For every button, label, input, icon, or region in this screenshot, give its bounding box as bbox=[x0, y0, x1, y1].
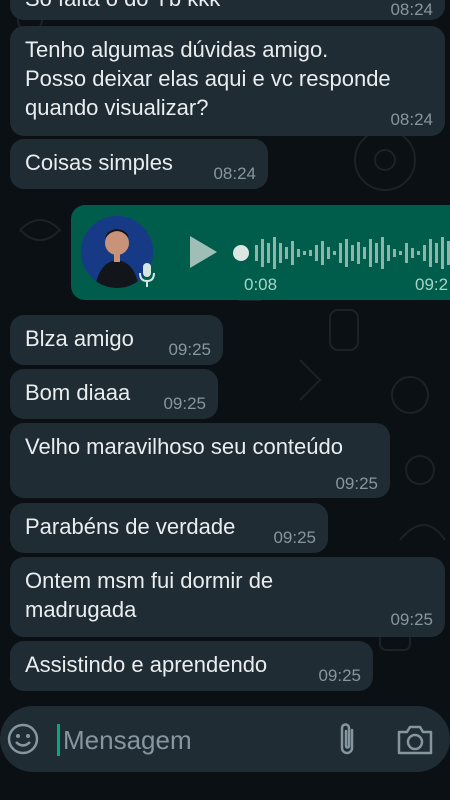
play-icon[interactable] bbox=[187, 234, 219, 270]
message-bubble[interactable]: Ontem msm fui dormir de madrugada 09:25 bbox=[10, 557, 445, 637]
message-time: 08:24 bbox=[390, 0, 433, 19]
message-bubble[interactable]: Velho maravilhoso seu conteúdo 09:25 bbox=[10, 423, 390, 498]
attach-icon[interactable] bbox=[334, 722, 360, 758]
message-time: 09:25 bbox=[335, 474, 378, 493]
message-text: Ontem msm fui dormir de madrugada bbox=[25, 568, 274, 622]
message-text: Bom diaaa bbox=[25, 380, 131, 405]
message-time: 09:25 bbox=[390, 610, 433, 629]
message-text: Velho maravilhoso seu conteúdo bbox=[25, 434, 343, 459]
message-input[interactable]: Mensagem bbox=[63, 725, 192, 756]
message-time: 09:25 bbox=[273, 528, 316, 547]
message-bubble[interactable]: Bom diaaa 09:25 bbox=[10, 369, 218, 419]
message-text: Tenho algumas dúvidas amigo. Posso deixa… bbox=[25, 37, 391, 120]
message-bubble[interactable]: Parabéns de verdade 09:25 bbox=[10, 503, 328, 553]
emoji-icon[interactable] bbox=[6, 722, 40, 756]
message-bubble[interactable]: Tenho algumas dúvidas amigo. Posso deixa… bbox=[10, 26, 445, 136]
message-time: 09:25 bbox=[163, 394, 206, 413]
voice-duration: 0:08 bbox=[244, 275, 278, 294]
camera-icon[interactable] bbox=[395, 723, 435, 757]
voice-message-bubble[interactable]: 0:08 09:2 bbox=[71, 205, 450, 300]
message-text: Só falta o do Yb kkk bbox=[25, 0, 220, 13]
message-text: Assistindo e aprendendo bbox=[25, 652, 268, 677]
message-bubble[interactable]: Blza amigo 09:25 bbox=[10, 315, 223, 365]
message-time: 08:24 bbox=[213, 164, 256, 183]
message-bubble-partial[interactable]: Só falta o do Yb kkk 08:24 bbox=[10, 0, 445, 20]
message-text: Parabéns de verdade bbox=[25, 514, 236, 539]
message-text: Coisas simples bbox=[25, 150, 173, 175]
voice-time: 09:2 bbox=[415, 275, 449, 294]
waveform[interactable] bbox=[231, 233, 450, 273]
message-text: Blza amigo bbox=[25, 326, 134, 351]
mic-icon bbox=[139, 263, 155, 287]
text-cursor bbox=[57, 724, 60, 756]
message-time: 09:25 bbox=[318, 666, 361, 685]
message-time: 09:25 bbox=[168, 340, 211, 359]
message-bubble[interactable]: Coisas simples 08:24 bbox=[10, 139, 268, 189]
message-time: 08:24 bbox=[390, 110, 433, 129]
message-input-bar[interactable]: Mensagem bbox=[0, 706, 450, 772]
message-bubble[interactable]: Assistindo e aprendendo 09:25 bbox=[10, 641, 373, 691]
